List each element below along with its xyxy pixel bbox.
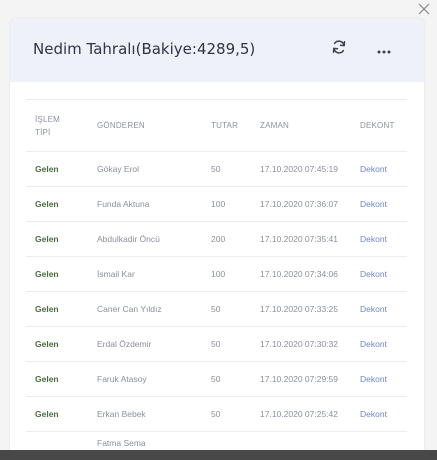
more-horizontal-icon (376, 40, 392, 59)
transactions-table: İŞLEM TİPİ GÖNDEREN TUTAR ZAMAN DEKONT G… (26, 99, 407, 460)
table-row: Gelen Funda Aktuna 100 17.10.2020 07:36:… (26, 186, 407, 222)
receipt-link[interactable]: Dekont (351, 396, 407, 432)
receipt-link[interactable]: Dekont (351, 151, 407, 187)
header-amount: TUTAR (202, 99, 251, 152)
cell-time: 17.10.2020 07:29:59 (251, 361, 351, 397)
receipt-link[interactable]: Dekont (351, 361, 407, 397)
modal-title: Nedim Tahralı(Bakiye:4289,5) (33, 40, 256, 58)
cell-type: Gelen (26, 291, 88, 327)
header-type: İŞLEM TİPİ (26, 99, 88, 152)
header-receipt: DEKONT (351, 99, 407, 152)
transactions-modal: Nedim Tahralı(Bakiye:4289,5) İŞLEM TİPİ … (10, 18, 424, 460)
cell-amount: 50 (202, 396, 251, 432)
header-time: ZAMAN (251, 99, 351, 152)
receipt-link[interactable]: Dekont (351, 256, 407, 292)
cell-time: 17.10.2020 07:34:06 (251, 256, 351, 292)
receipt-link[interactable]: Dekont (351, 221, 407, 257)
close-icon[interactable] (417, 2, 433, 18)
cell-time: 17.10.2020 07:35:41 (251, 221, 351, 257)
cell-type: Gelen (26, 221, 88, 257)
cell-type: Gelen (26, 361, 88, 397)
cell-time: 17.10.2020 07:33:25 (251, 291, 351, 327)
receipt-link[interactable]: Dekont (351, 326, 407, 362)
table-row: Gelen Caner Can Yıldız 50 17.10.2020 07:… (26, 291, 407, 327)
cell-amount: 50 (202, 326, 251, 362)
cell-sender: Gökay Erol (88, 151, 202, 187)
cell-type: Gelen (26, 186, 88, 222)
cell-time: 17.10.2020 07:36:07 (251, 186, 351, 222)
cell-amount: 100 (202, 186, 251, 222)
more-options-button[interactable] (373, 38, 395, 60)
table-row: Gelen Faruk Atasoy 50 17.10.2020 07:29:5… (26, 361, 407, 397)
refresh-icon (331, 39, 347, 59)
table-row: Gelen Erdal Özdemir 50 17.10.2020 07:30:… (26, 326, 407, 362)
cell-type: Gelen (26, 396, 88, 432)
modal-header: Nedim Tahralı(Bakiye:4289,5) (10, 18, 424, 82)
bottom-scrollbar[interactable] (0, 450, 437, 460)
cell-time: 17.10.2020 07:45:19 (251, 151, 351, 187)
cell-type: Gelen (26, 326, 88, 362)
receipt-link[interactable]: Dekont (351, 291, 407, 327)
cell-amount: 50 (202, 361, 251, 397)
receipt-link[interactable]: Dekont (351, 186, 407, 222)
cell-amount: 50 (202, 291, 251, 327)
cell-type: Gelen (26, 151, 88, 187)
cell-sender: Caner Can Yıldız (88, 291, 202, 327)
cell-amount: 50 (202, 151, 251, 187)
cell-type: Gelen (26, 256, 88, 292)
cell-amount: 200 (202, 221, 251, 257)
table-row: Gelen Gökay Erol 50 17.10.2020 07:45:19 … (26, 151, 407, 187)
refresh-button[interactable] (328, 38, 350, 60)
cell-amount: 100 (202, 256, 251, 292)
cell-sender: Erkan Bebek (88, 396, 202, 432)
cell-sender: Funda Aktuna (88, 186, 202, 222)
table-row: Gelen İsmail Kar 100 17.10.2020 07:34:06… (26, 256, 407, 292)
cell-time: 17.10.2020 07:30:32 (251, 326, 351, 362)
table-header-row: İŞLEM TİPİ GÖNDEREN TUTAR ZAMAN DEKONT (26, 99, 407, 152)
cell-sender: İsmail Kar (88, 256, 202, 292)
cell-sender: Erdal Özdemir (88, 326, 202, 362)
transactions-table-container: İŞLEM TİPİ GÖNDEREN TUTAR ZAMAN DEKONT G… (26, 99, 407, 460)
table-row: Gelen Erkan Bebek 50 17.10.2020 07:25:42… (26, 396, 407, 432)
cell-time: 17.10.2020 07:25:42 (251, 396, 351, 432)
cell-sender: Abdulkadir Öncü (88, 221, 202, 257)
header-sender: GÖNDEREN (88, 99, 202, 152)
cell-sender: Faruk Atasoy (88, 361, 202, 397)
table-row: Gelen Abdulkadir Öncü 200 17.10.2020 07:… (26, 221, 407, 257)
